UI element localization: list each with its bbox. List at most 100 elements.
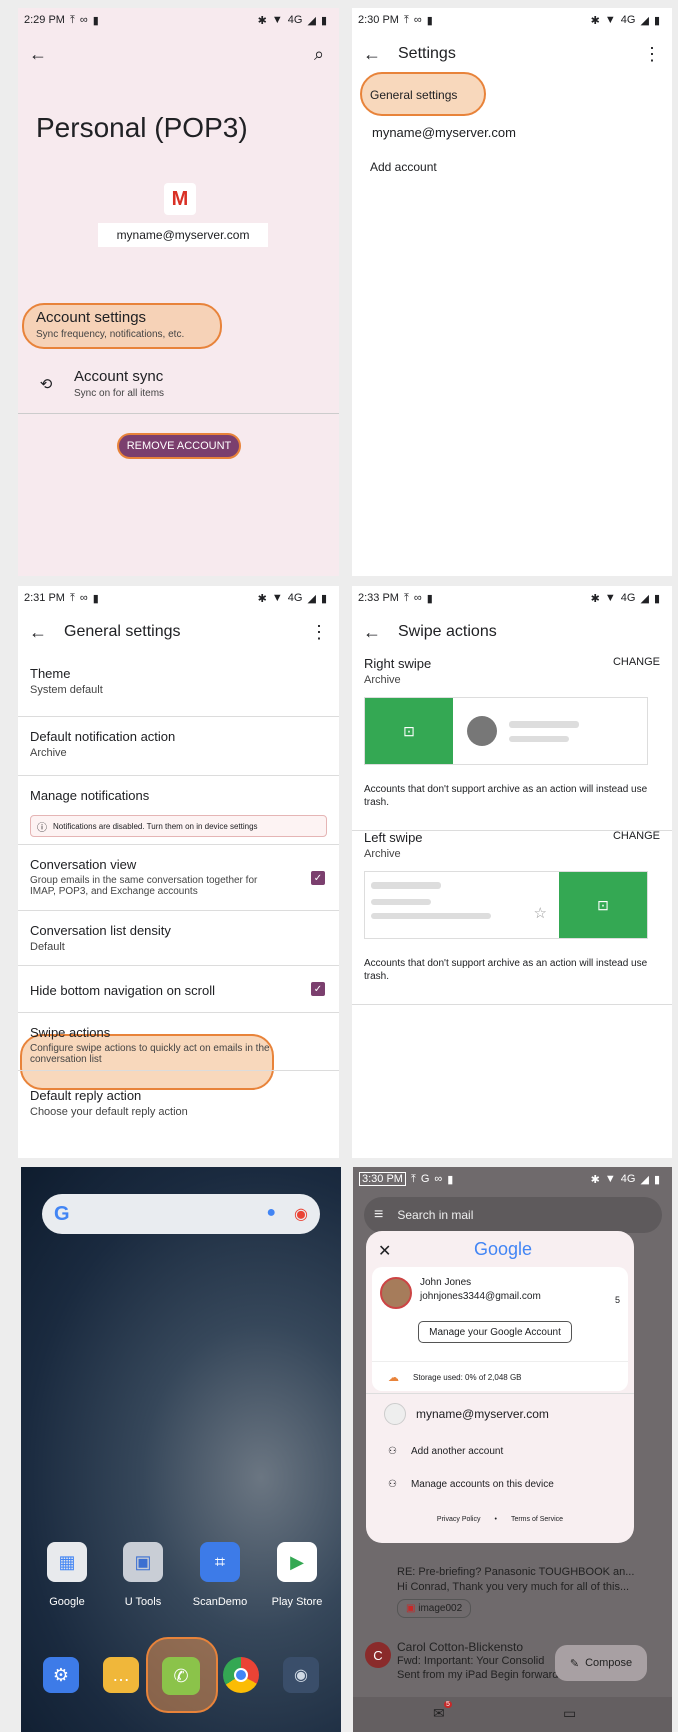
- more-vert-icon[interactable]: ⋮: [642, 44, 662, 64]
- upload-icon: ⤒: [403, 591, 409, 604]
- other-account-row[interactable]: myname@myserver.com: [384, 1403, 549, 1425]
- separator-dot: •: [494, 1516, 497, 1523]
- status-time: 2:30 PM: [358, 14, 399, 26]
- network-type: 4G: [287, 592, 303, 604]
- status-bar: 2:31 PM ⤒ ∞ ▮ ✱ ▼ 4G ◢ ▮: [18, 586, 339, 610]
- page-title: Personal (POP3): [36, 112, 248, 143]
- account-settings-subtitle: Sync frequency, notifications, etc.: [36, 329, 185, 340]
- setting-title: Manage notifications: [30, 788, 150, 803]
- account-sync-subtitle: Sync on for all items: [74, 388, 165, 399]
- bg-email-subject: RE: Pre-briefing? Panasonic TOUGHBOOK an…: [397, 1566, 635, 1578]
- google-g-icon: G: [54, 1202, 70, 1225]
- page-title: Settings: [398, 45, 456, 62]
- meet-icon[interactable]: ▭: [563, 1705, 576, 1722]
- panel-settings: 2:30 PM ⤒ ∞ ▮ ✱ ▼ 4G ◢ ▮ ← Settings ⋮ General sett…: [352, 8, 672, 576]
- back-arrow-icon[interactable]: ←: [28, 622, 48, 642]
- back-arrow-icon[interactable]: ←: [362, 44, 382, 64]
- manage-notifications-setting[interactable]: Manage notifications ⓘ Notifications are d…: [18, 776, 339, 845]
- compose-button[interactable]: ✎ Compose: [555, 1645, 647, 1681]
- storage-row[interactable]: ☁ Storage used: 0% of 2,048 GB: [388, 1371, 522, 1384]
- app-scandemo[interactable]: ⌗ ScanDemo: [190, 1542, 250, 1608]
- account-sync-item[interactable]: ⟲ Account sync Sync on for all items: [36, 368, 164, 399]
- unread-count: 5: [614, 1295, 620, 1305]
- upload-icon: ⤒: [410, 1172, 416, 1185]
- conversation-view-checkbox[interactable]: ✓: [311, 871, 325, 885]
- back-arrow-icon[interactable]: ←: [362, 622, 382, 642]
- setting-title: Hide bottom navigation on scroll: [30, 983, 215, 998]
- chrome-icon[interactable]: [223, 1657, 259, 1693]
- account-gmail: johnjones3344@gmail.com: [420, 1291, 541, 1302]
- account-settings-title: Account settings: [36, 309, 147, 326]
- cloud-icon: ☁: [388, 1372, 399, 1384]
- change-button[interactable]: CHANGE: [613, 830, 660, 845]
- add-account-item[interactable]: Add account: [370, 160, 437, 174]
- divider: [18, 413, 339, 414]
- remove-account-button[interactable]: REMOVE ACCOUNT: [117, 433, 241, 459]
- add-account-row[interactable]: ⚇ Add another account: [388, 1446, 503, 1457]
- google-search-bar[interactable]: G ● ◉: [42, 1194, 320, 1234]
- account-sync-title: Account sync: [74, 368, 164, 385]
- pencil-icon: ✎: [569, 1657, 580, 1670]
- notification-action-setting[interactable]: Default notification action Archive: [18, 717, 339, 776]
- mail-icon[interactable]: ✉: [433, 1705, 445, 1722]
- microphone-icon[interactable]: ●: [266, 1204, 276, 1224]
- wifi-icon: ▼: [271, 592, 283, 604]
- terms-link[interactable]: Terms of Service: [511, 1516, 563, 1523]
- app-play-store[interactable]: ▶ Play Store: [267, 1542, 327, 1608]
- theme-setting[interactable]: Theme System default: [18, 654, 339, 717]
- u-tools-icon: ▣: [123, 1542, 163, 1582]
- list-density-setting[interactable]: Conversation list density Default: [18, 911, 339, 966]
- signal-icon: ◢: [307, 14, 316, 27]
- manage-google-account-button[interactable]: Manage your Google Account: [418, 1321, 572, 1343]
- archive-icon: ⊡: [365, 698, 453, 764]
- default-reply-setting[interactable]: Default reply action Choose your default …: [18, 1071, 339, 1131]
- search-placeholder: Search in mail: [397, 1208, 474, 1222]
- app-u-tools[interactable]: ▣ U Tools: [113, 1542, 173, 1608]
- status-bar: 2:29 PM ⤒ ∞ ▮ ✱ ▼ 4G ◢ ▮: [18, 8, 339, 32]
- archive-icon: ⊡: [559, 872, 647, 938]
- wifi-icon: ▼: [271, 14, 283, 26]
- more-vert-icon[interactable]: ⋮: [309, 622, 329, 642]
- conversation-view-setting[interactable]: Conversation view Group emails in the sam…: [18, 845, 339, 911]
- gmail-search-bar[interactable]: ≡ Search in mail: [364, 1197, 662, 1233]
- close-icon[interactable]: ✕: [378, 1241, 391, 1261]
- network-type: 4G: [620, 14, 636, 26]
- hide-bottom-nav-setting[interactable]: Hide bottom navigation on scroll ✓: [18, 966, 339, 1013]
- sd-icon: ▮: [426, 14, 433, 27]
- privacy-policy-link[interactable]: Privacy Policy: [437, 1516, 481, 1523]
- menu-icon[interactable]: ≡: [374, 1206, 383, 1224]
- manage-accounts-icon: ⚇: [388, 1479, 397, 1490]
- wifi-icon: ▼: [604, 14, 616, 26]
- phone-icon[interactable]: ✆: [162, 1657, 200, 1695]
- setting-title: Default notification action: [30, 729, 176, 744]
- add-account-label: Add another account: [410, 1446, 504, 1457]
- swipe-actions-setting[interactable]: Swipe actions Configure swipe actions to …: [18, 1013, 339, 1071]
- app-label: ScanDemo: [192, 1596, 248, 1608]
- warning-text: Notifications are disabled. Turn them on…: [53, 821, 258, 831]
- camera-icon[interactable]: ◉: [283, 1657, 319, 1693]
- change-button[interactable]: CHANGE: [613, 656, 660, 671]
- signal-icon: ◢: [640, 592, 649, 605]
- lens-icon[interactable]: ◉: [294, 1204, 308, 1224]
- bluetooth-icon: ✱: [257, 592, 267, 605]
- manage-device-row[interactable]: ⚇ Manage accounts on this device: [388, 1479, 554, 1490]
- account-email-item[interactable]: myname@myserver.com: [372, 125, 516, 140]
- attachment-name: image002: [418, 1603, 463, 1614]
- setting-value: Default: [30, 941, 65, 953]
- account-settings-item[interactable]: Account settings Sync frequency, notifica…: [36, 309, 184, 340]
- hide-bottom-nav-checkbox[interactable]: ✓: [311, 982, 325, 996]
- general-settings-item[interactable]: General settings: [370, 88, 457, 102]
- signal-icon: ◢: [307, 592, 316, 605]
- status-time: 3:30 PM: [359, 1172, 406, 1186]
- page-title: General settings: [64, 623, 181, 640]
- messages-icon[interactable]: …: [103, 1657, 139, 1693]
- back-arrow-icon[interactable]: ←: [28, 44, 48, 64]
- battery-icon: ▮: [653, 592, 660, 605]
- search-icon[interactable]: ⌕: [309, 44, 329, 64]
- swipe-note: Accounts that don't support archive as a…: [364, 958, 648, 982]
- network-type: 4G: [287, 14, 303, 26]
- bluetooth-icon: ✱: [590, 1173, 600, 1186]
- settings-icon[interactable]: ⚙: [43, 1657, 79, 1693]
- app-google[interactable]: ▦ Google: [37, 1542, 97, 1608]
- page-title: Swipe actions: [398, 623, 497, 640]
